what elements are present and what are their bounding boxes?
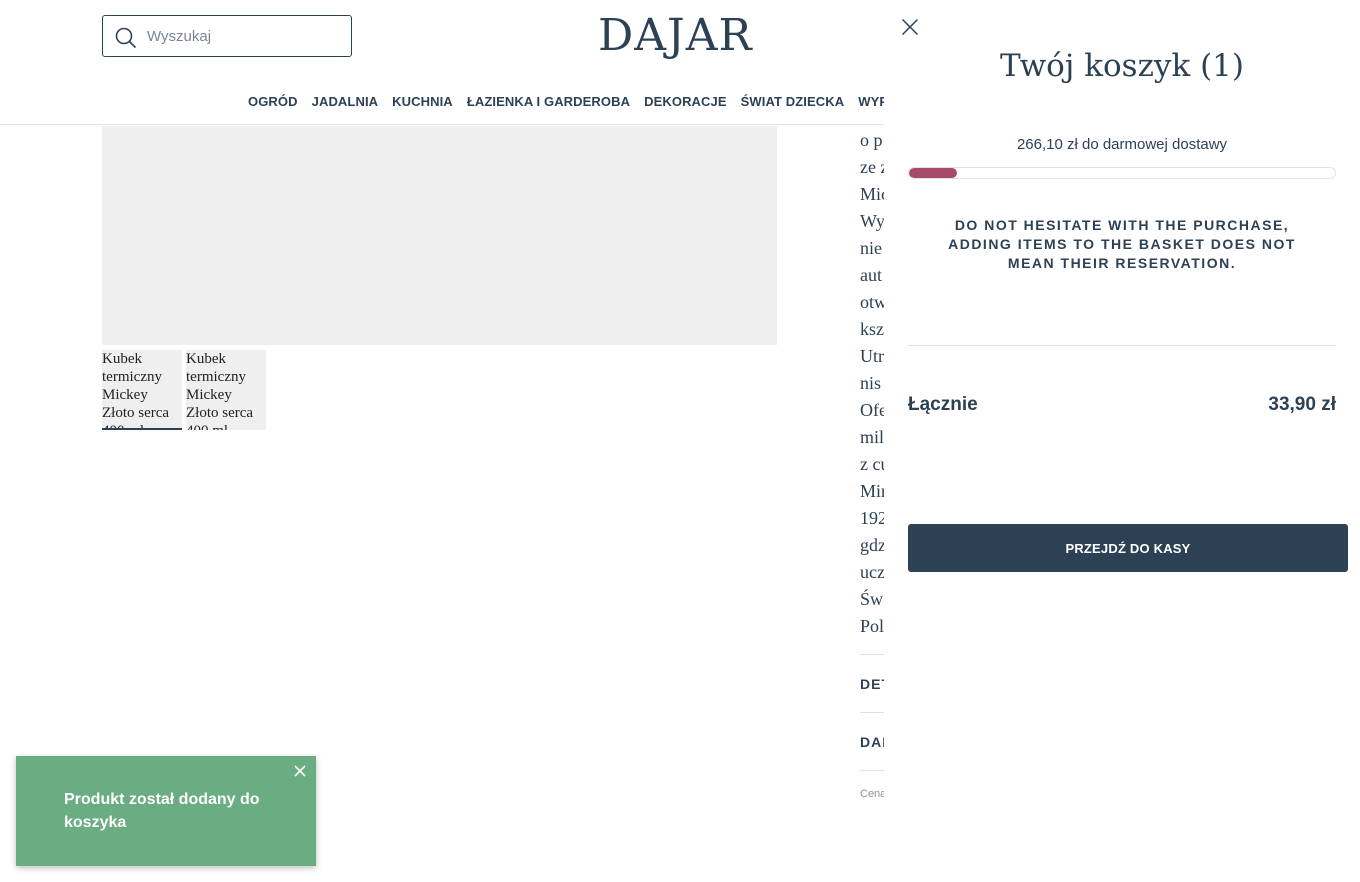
accordion-divider <box>860 712 884 713</box>
accordion-data[interactable]: DAN <box>860 734 884 750</box>
site-logo[interactable]: DAJAR <box>598 12 753 60</box>
close-icon[interactable] <box>901 18 919 36</box>
description-line: Wy <box>860 211 884 231</box>
close-icon[interactable] <box>293 764 307 778</box>
price-note: Cena <box>860 788 884 800</box>
free-shipping-message: 266,10 zł do darmowej dostawy <box>1016 136 1228 153</box>
product-main-image[interactable] <box>102 126 777 345</box>
description-line: aut <box>860 265 882 285</box>
checkout-button[interactable]: PRZEJDŹ DO KASY <box>908 524 1348 572</box>
search-input[interactable] <box>147 22 342 50</box>
product-thumbnail[interactable]: Kubek termiczny Mickey Złoto serca 400 m… <box>102 350 182 430</box>
toast-message: Produkt został dodany do koszyka <box>64 791 260 831</box>
nav-item-dekoracje[interactable]: DEKORACJE <box>644 94 727 109</box>
progress-fill <box>909 168 958 178</box>
cart-title: Twój koszyk (1) <box>1000 48 1244 84</box>
nav-item-jadalnia[interactable]: JADALNIA <box>312 94 379 109</box>
accordion-divider <box>860 654 884 655</box>
description-line: nie <box>860 238 882 258</box>
description-line: Św <box>860 589 884 609</box>
reservation-notice: DO NOT HESITATE WITH THE PURCHASE, ADDIN… <box>948 217 1296 271</box>
search-icon[interactable] <box>115 27 137 49</box>
product-thumbnails: Kubek termiczny Mickey Złoto serca 400 m… <box>102 350 266 430</box>
accordion-divider <box>860 770 884 771</box>
description-line: ucz <box>860 562 884 582</box>
free-shipping-progress <box>908 167 1336 179</box>
description-line: Ofe <box>860 400 884 420</box>
cart-divider <box>908 345 1336 346</box>
product-thumbnail[interactable]: Kubek termiczny Mickey Złoto serca 400 m… <box>186 350 266 430</box>
nav-item-lazienka[interactable]: ŁAZIENKA I GARDEROBA <box>467 94 630 109</box>
description-line: mil <box>860 427 884 447</box>
nav-item-ogrod[interactable]: OGRÓD <box>248 94 298 109</box>
description-line: Pol <box>860 616 884 636</box>
accordion-details[interactable]: DET <box>860 676 884 692</box>
total-label: Łącznie <box>908 394 978 415</box>
description-line: Utr <box>860 346 884 366</box>
description-line: gdz <box>860 535 884 555</box>
description-line: z cu <box>860 454 884 474</box>
search-box[interactable] <box>102 15 352 57</box>
nav-item-swiat-dziecka[interactable]: ŚWIAT DZIECKA <box>741 94 845 109</box>
description-line: ze z <box>860 157 884 177</box>
description-line: ksz <box>860 319 884 339</box>
main-navigation: OGRÓD JADALNIA KUCHNIA ŁAZIENKA I GARDER… <box>248 94 955 109</box>
nav-item-kuchnia[interactable]: KUCHNIA <box>392 94 453 109</box>
description-line: 192 <box>860 508 884 528</box>
added-to-cart-toast: Produkt został dodany do koszyka <box>16 756 316 866</box>
description-line: Mic <box>860 184 884 204</box>
description-line: nis <box>860 373 882 393</box>
description-line: otw <box>860 292 884 312</box>
cart-drawer: Twój koszyk (1) 266,10 zł do darmowej do… <box>884 0 1360 882</box>
description-line: Mir <box>860 481 884 501</box>
product-description: o p ze z Mic Wy nie aut otw ksz Utr nis … <box>860 127 884 640</box>
description-line: o p <box>860 130 883 150</box>
total-value: 33,90 zł <box>1268 394 1336 415</box>
